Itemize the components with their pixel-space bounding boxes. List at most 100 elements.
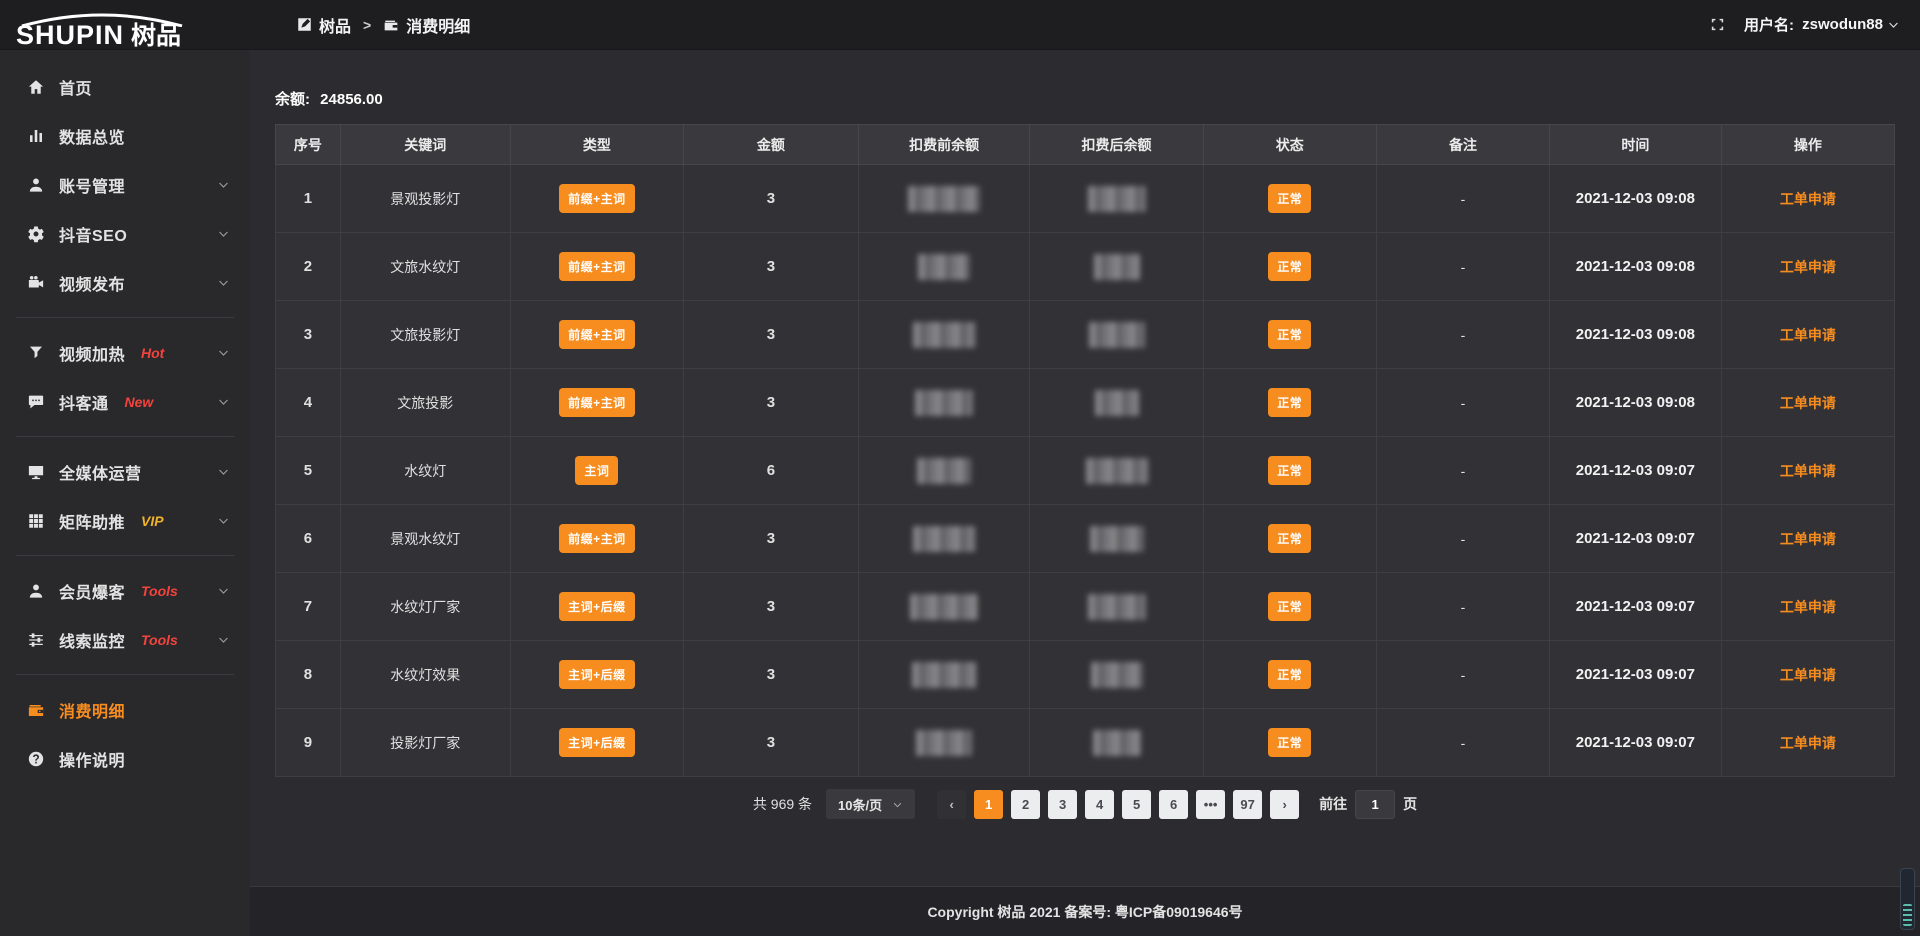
user-menu[interactable]: 用户名: zswodun88 [1744,14,1900,35]
status-badge: 正常 [1268,388,1311,417]
masked-value [1089,322,1145,348]
sidebar-item-media-operation[interactable]: 全媒体运营 [0,447,250,496]
cell-balance-before [858,709,1030,777]
logo-text-cn: 树品 [131,24,181,49]
column-header: 金额 [683,125,858,165]
sidebar-item-data-overview[interactable]: 数据总览 [0,111,250,160]
cell-time: 2021-12-03 09:08 [1550,369,1722,437]
sidebar-item-label: 消费明细 [59,698,125,722]
page-button-4[interactable]: 4 [1085,790,1114,819]
breadcrumb: 树品 > 消费明细 [297,13,470,37]
type-badge: 前缀+主词 [559,252,635,281]
sidebar-item-label: 矩阵助推 [59,509,125,533]
cell-keyword: 水纹灯厂家 [340,573,510,641]
cell-action: 工单申请 [1721,369,1894,437]
work-order-link[interactable]: 工单申请 [1780,395,1836,411]
cell-balance-after [1030,709,1203,777]
sidebar-item-account-management[interactable]: 账号管理 [0,160,250,209]
cell-status: 正常 [1203,641,1376,709]
balance-label: 余额: [275,91,310,108]
footer: Copyright 树品 2021 备案号: 粤ICP备09019646号 [250,886,1920,936]
cell-status: 正常 [1203,437,1376,505]
breadcrumb-current: 消费明细 [406,13,470,37]
sidebar-item-label: 首页 [59,75,92,99]
cell-time: 2021-12-03 09:08 [1550,165,1722,233]
cell-remark: - [1376,709,1549,777]
chevron-down-icon [217,346,230,359]
sidebar-item-matrix-boost[interactable]: 矩阵助推 VIP [0,496,250,545]
chevron-down-icon [217,584,230,597]
goto-page-input[interactable] [1355,790,1395,819]
cell-no: 1 [276,165,341,233]
cell-no: 7 [276,573,341,641]
page-button-1[interactable]: 1 [974,790,1003,819]
work-order-link[interactable]: 工单申请 [1780,327,1836,343]
type-badge: 前缀+主词 [559,388,635,417]
cell-action: 工单申请 [1721,233,1894,301]
breadcrumb-home[interactable]: 树品 [319,13,351,37]
masked-value [917,458,971,484]
table-row: 6景观水纹灯前缀+主词3正常-2021-12-03 09:07工单申请 [276,505,1895,573]
cell-remark: - [1376,641,1549,709]
sidebar-divider [16,555,234,556]
sidebar-item-badge: VIP [141,513,164,529]
sidebar-divider [16,436,234,437]
sidebar-item-home[interactable]: 首页 [0,62,250,111]
cell-remark: - [1376,165,1549,233]
work-order-link[interactable]: 工单申请 [1780,531,1836,547]
prev-page-button[interactable]: ‹ [937,790,966,819]
chevron-down-icon [217,276,230,289]
page-size-value: 10条/页 [838,795,882,814]
cell-amount: 6 [683,437,858,505]
masked-value [910,594,978,620]
cell-type: 前缀+主词 [510,505,683,573]
sidebar-item-clue-monitor[interactable]: 线索监控Tools [0,615,250,664]
sidebar-item-operation-guide[interactable]: 操作说明 [0,734,250,783]
cell-action: 工单申请 [1721,301,1894,369]
page-button-97[interactable]: 97 [1233,790,1262,819]
page-button-2[interactable]: 2 [1011,790,1040,819]
fullscreen-icon[interactable] [1709,16,1726,33]
breadcrumb-separator: > [363,17,371,33]
chevron-down-icon [217,178,230,191]
chevron-down-icon [217,395,230,408]
cell-time: 2021-12-03 09:07 [1550,505,1722,573]
sidebar-item-member-burst[interactable]: 会员爆客Tools [0,566,250,615]
column-header: 扣费前余额 [858,125,1030,165]
cell-time: 2021-12-03 09:07 [1550,437,1722,505]
sidebar-item-video-heat[interactable]: 视频加热Hot [0,328,250,377]
page-button-6[interactable]: 6 [1159,790,1188,819]
cell-remark: - [1376,233,1549,301]
next-page-button[interactable]: › [1270,790,1299,819]
status-badge: 正常 [1268,320,1311,349]
masked-value [913,322,975,348]
sidebar-item-consume-detail[interactable]: 消费明细 [0,685,250,734]
bar-chart-icon [26,127,46,145]
work-order-link[interactable]: 工单申请 [1780,463,1836,479]
table-row: 1景观投影灯前缀+主词3正常-2021-12-03 09:08工单申请 [276,165,1895,233]
page-size-select[interactable]: 10条/页 [826,789,915,819]
work-order-link[interactable]: 工单申请 [1780,599,1836,615]
page-ellipsis-button[interactable]: ••• [1196,790,1225,819]
work-order-link[interactable]: 工单申请 [1780,735,1836,751]
sidebar-item-douyin-seo[interactable]: 抖音SEO [0,209,250,258]
table-row: 2文旅水纹灯前缀+主词3正常-2021-12-03 09:08工单申请 [276,233,1895,301]
masked-value [916,730,972,756]
scrollbar-widget[interactable] [1900,868,1915,930]
sliders-icon [26,631,46,649]
sidebar-item-douketong[interactable]: 抖客通New [0,377,250,426]
work-order-link[interactable]: 工单申请 [1780,667,1836,683]
page-button-3[interactable]: 3 [1048,790,1077,819]
cell-no: 9 [276,709,341,777]
masked-value [1091,662,1143,688]
work-order-link[interactable]: 工单申请 [1780,259,1836,275]
column-header: 序号 [276,125,341,165]
table-row: 8水纹灯效果主词+后缀3正常-2021-12-03 09:07工单申请 [276,641,1895,709]
user-icon [26,176,46,194]
sidebar-item-video-publish[interactable]: 视频发布 [0,258,250,307]
cell-time: 2021-12-03 09:08 [1550,233,1722,301]
work-order-link[interactable]: 工单申请 [1780,191,1836,207]
page-button-5[interactable]: 5 [1122,790,1151,819]
copyright-text: Copyright 树品 2021 备案号: 粤ICP备09019646号 [927,902,1242,922]
sidebar-item-badge: Tools [141,583,178,599]
